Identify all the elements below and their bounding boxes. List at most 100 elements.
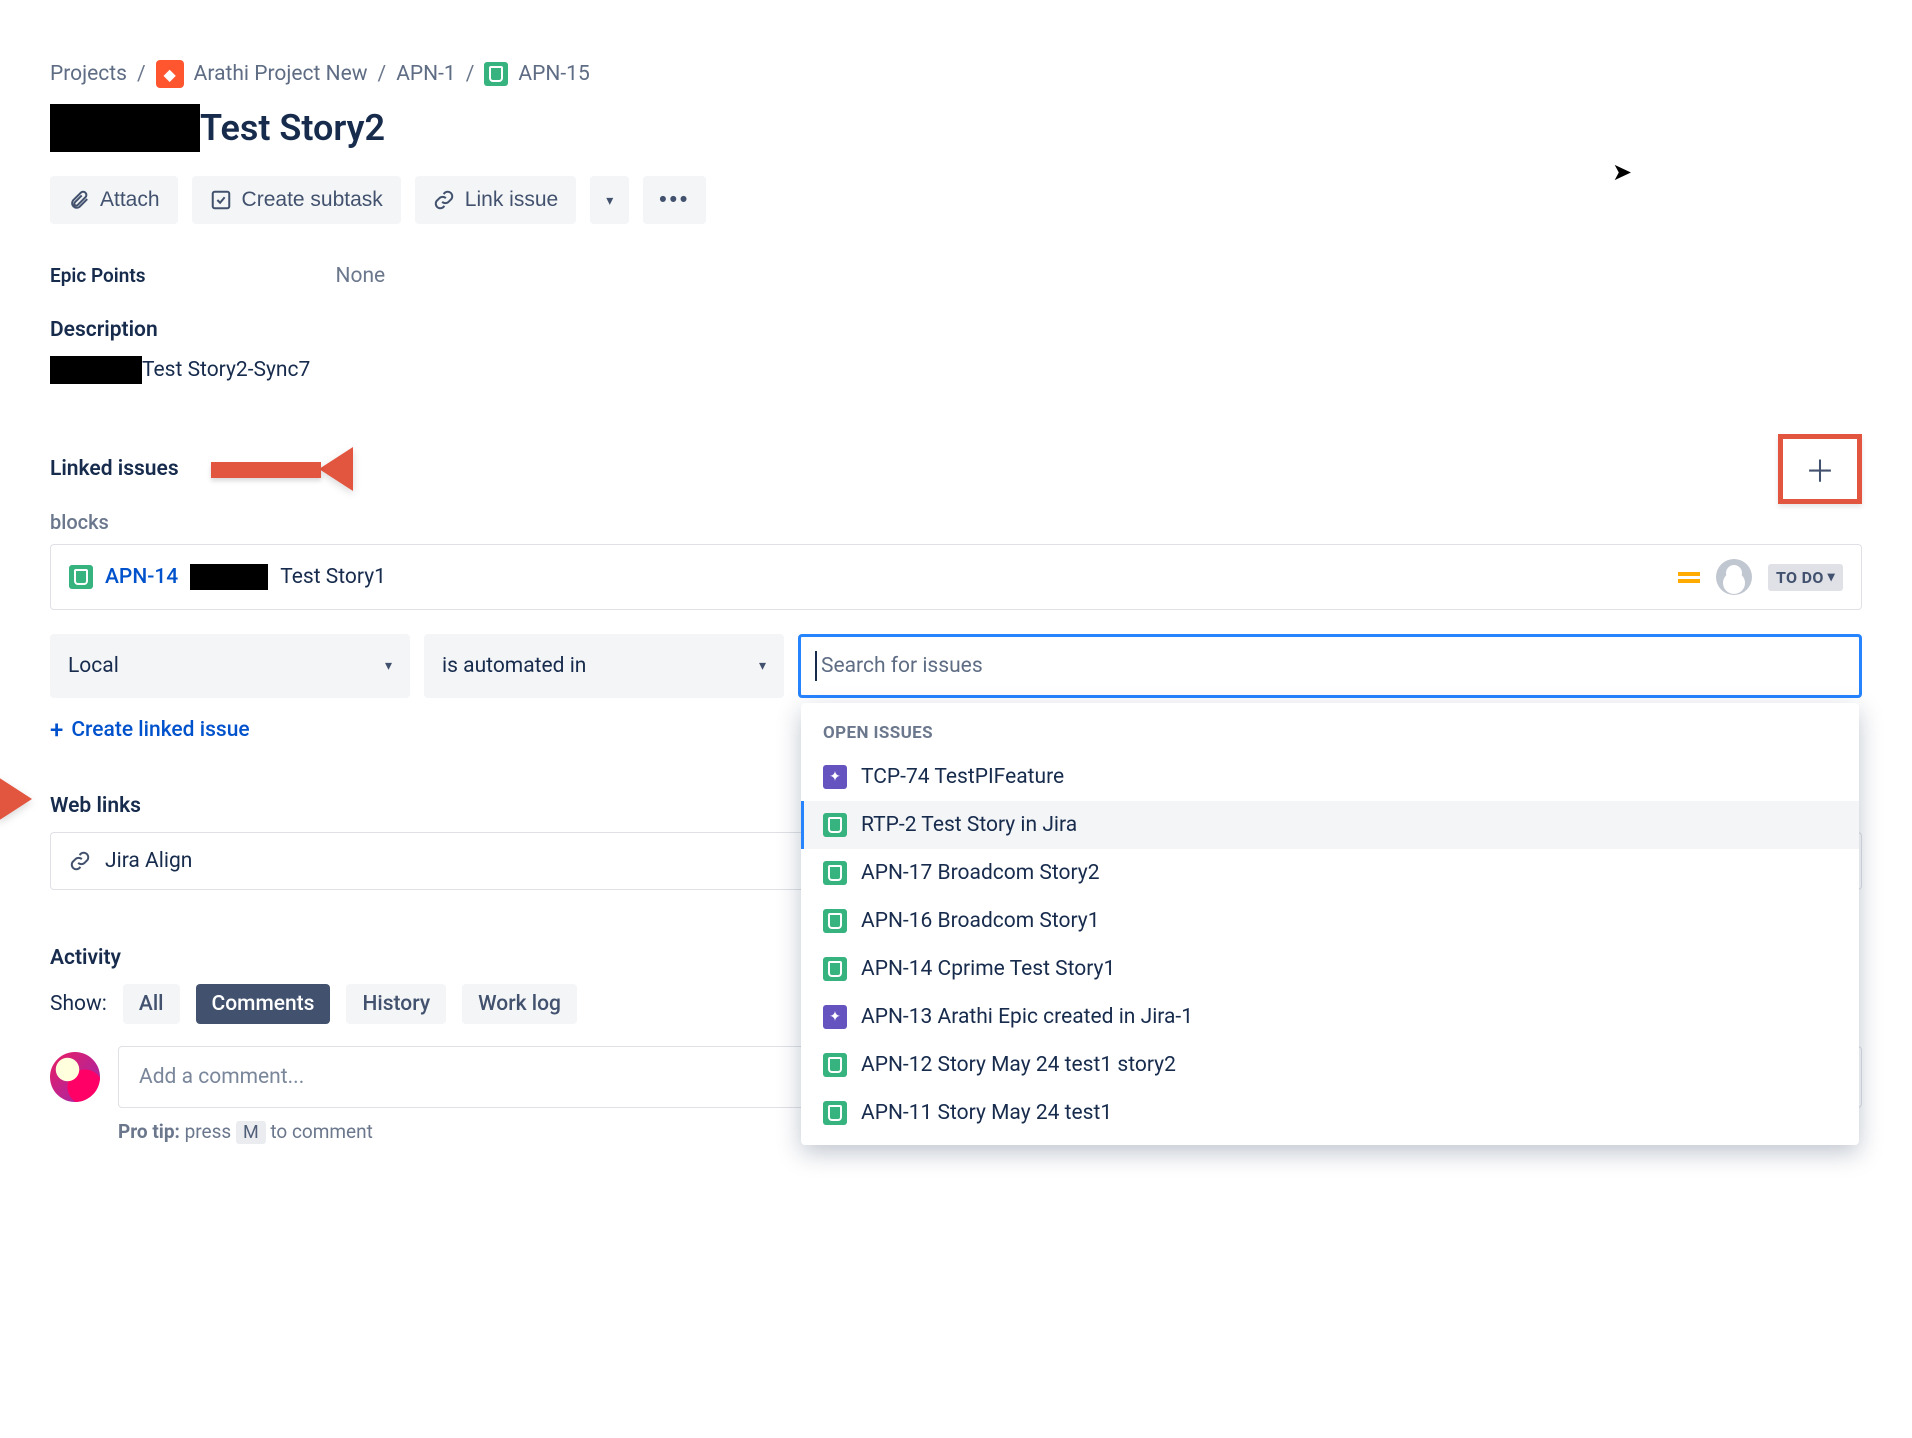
breadcrumb-sep: / xyxy=(466,62,475,86)
story-icon xyxy=(823,861,847,885)
issue-suggestions-dropdown: OPEN ISSUES TCP-74 TestPIFeature RTP-2 Te… xyxy=(801,703,1859,1145)
create-subtask-button[interactable]: Create subtask xyxy=(192,176,401,224)
mouse-cursor: ➤ xyxy=(1612,158,1632,186)
text-cursor xyxy=(815,651,817,681)
epic-points-label: Epic Points xyxy=(50,264,146,287)
issue-suggestion-text: TCP-74 TestPIFeature xyxy=(861,765,1064,789)
epic-points-value[interactable]: None xyxy=(336,264,386,288)
breadcrumb-projects[interactable]: Projects xyxy=(50,62,127,86)
create-subtask-label: Create subtask xyxy=(242,188,383,212)
show-label: Show: xyxy=(50,992,107,1016)
page-title[interactable]: Test Story2 xyxy=(200,107,385,149)
epic-icon xyxy=(823,1005,847,1029)
issue-suggestion-item[interactable]: APN-14 Cprime Test Story1 xyxy=(801,945,1859,993)
issue-suggestion-text: APN-14 Cprime Test Story1 xyxy=(861,957,1115,981)
breadcrumb-sep: / xyxy=(137,62,146,86)
annotation-arrow-icon xyxy=(211,449,351,489)
issue-suggestion-text: APN-12 Story May 24 test1 story2 xyxy=(861,1053,1176,1077)
subtask-icon xyxy=(210,189,232,211)
link-issue-button[interactable]: Link issue xyxy=(415,176,576,224)
redacted-block xyxy=(50,104,200,152)
status-badge[interactable]: TO DO ▾ xyxy=(1768,564,1843,591)
description-text: Test Story2-Sync7 xyxy=(142,358,310,382)
dropdown-group-label: OPEN ISSUES xyxy=(801,717,1859,753)
linked-issue-summary: Test Story1 xyxy=(280,565,386,589)
status-text: TO DO xyxy=(1776,568,1824,587)
redacted-block xyxy=(190,564,268,590)
issue-toolbar: Attach Create subtask Link issue ▾ ••• xyxy=(50,176,1862,224)
breadcrumb: Projects / ◆ Arathi Project New / APN-1 … xyxy=(50,60,1862,88)
priority-icon xyxy=(1678,572,1700,583)
issue-suggestion-item[interactable]: APN-12 Story May 24 test1 story2 xyxy=(801,1041,1859,1089)
breadcrumb-sep: / xyxy=(378,62,387,86)
linked-issue-key[interactable]: APN-14 xyxy=(105,565,178,589)
link-scope-select[interactable]: Local ▾ xyxy=(50,634,410,698)
pro-tip-label: Pro tip: xyxy=(118,1120,180,1143)
issue-suggestion-text: APN-16 Broadcom Story1 xyxy=(861,909,1100,933)
story-icon xyxy=(823,909,847,933)
more-icon: ••• xyxy=(659,188,690,212)
issue-suggestion-item[interactable]: APN-11 Story May 24 test1 xyxy=(801,1089,1859,1137)
attach-button[interactable]: Attach xyxy=(50,176,178,224)
search-input[interactable]: Search for issues OPEN ISSUES TCP-74 Tes… xyxy=(798,634,1862,698)
link-icon xyxy=(69,850,91,872)
annotation-arrow-icon xyxy=(0,777,36,821)
plus-icon: + xyxy=(50,716,63,744)
issue-suggestion-item[interactable]: RTP-2 Test Story in Jira xyxy=(801,801,1859,849)
link-scope-value: Local xyxy=(68,654,119,678)
web-link-label: Jira Align xyxy=(105,849,192,873)
story-icon xyxy=(484,62,508,86)
breadcrumb-issue-key[interactable]: APN-15 xyxy=(518,62,589,86)
attach-icon xyxy=(68,189,90,211)
tab-all[interactable]: All xyxy=(123,984,180,1024)
epic-icon xyxy=(823,765,847,789)
story-icon xyxy=(823,957,847,981)
link-relation-value: is automated in xyxy=(442,654,586,678)
story-icon xyxy=(823,1053,847,1077)
linked-relation-label: blocks xyxy=(50,510,1862,534)
issue-suggestion-text: RTP-2 Test Story in Jira xyxy=(861,813,1077,837)
more-actions-button[interactable]: ••• xyxy=(643,176,706,224)
attach-label: Attach xyxy=(100,188,160,212)
breadcrumb-project-name[interactable]: Arathi Project New xyxy=(194,62,368,86)
description-value[interactable]: Test Story2-Sync7 xyxy=(50,356,1862,384)
story-icon xyxy=(69,565,93,589)
breadcrumb-parent-key[interactable]: APN-1 xyxy=(396,62,456,86)
tab-comments[interactable]: Comments xyxy=(196,984,331,1024)
assignee-avatar[interactable] xyxy=(1716,559,1752,595)
tab-history[interactable]: History xyxy=(346,984,446,1024)
redacted-block xyxy=(50,356,142,384)
linked-issues-header: Linked issues xyxy=(50,457,179,481)
search-placeholder: Search for issues xyxy=(821,654,983,678)
issue-suggestion-item[interactable]: TCP-74 TestPIFeature xyxy=(801,753,1859,801)
link-issue-form: Local ▾ is automated in ▾ Search for iss… xyxy=(50,634,1862,698)
link-icon xyxy=(433,189,455,211)
annotation-highlight: ＋ xyxy=(1778,434,1862,504)
create-linked-issue-label: Create linked issue xyxy=(71,718,249,742)
keyboard-key: M xyxy=(236,1121,266,1144)
story-icon xyxy=(823,813,847,837)
linked-issue-row[interactable]: APN-14 Test Story1 TO DO ▾ xyxy=(50,544,1862,610)
chevron-down-icon: ▾ xyxy=(606,192,613,209)
issue-suggestion-text: APN-13 Arathi Epic created in Jira-1 xyxy=(861,1005,1193,1029)
link-issue-label: Link issue xyxy=(465,188,558,212)
tab-worklog[interactable]: Work log xyxy=(462,984,577,1024)
issue-suggestion-text: APN-11 Story May 24 test1 xyxy=(861,1101,1112,1125)
issue-suggestion-item[interactable]: APN-13 Arathi Epic created in Jira-1 xyxy=(801,993,1859,1041)
link-relation-select[interactable]: is automated in ▾ xyxy=(424,634,784,698)
issue-suggestion-item[interactable]: APN-16 Broadcom Story1 xyxy=(801,897,1859,945)
pro-tip-text: press xyxy=(185,1120,232,1143)
comment-placeholder: Add a comment... xyxy=(139,1065,304,1089)
pro-tip-text: to comment xyxy=(270,1120,372,1143)
chevron-down-icon: ▾ xyxy=(1828,569,1835,585)
user-avatar[interactable] xyxy=(50,1052,100,1102)
story-icon xyxy=(823,1101,847,1125)
description-label: Description xyxy=(50,318,1862,342)
link-issue-dropdown-button[interactable]: ▾ xyxy=(590,176,629,224)
chevron-down-icon: ▾ xyxy=(759,658,766,674)
add-linked-issue-button[interactable]: ＋ xyxy=(1785,441,1855,497)
issue-suggestion-item[interactable]: APN-17 Broadcom Story2 xyxy=(801,849,1859,897)
project-icon: ◆ xyxy=(156,60,184,88)
issue-suggestion-text: APN-17 Broadcom Story2 xyxy=(861,861,1100,885)
chevron-down-icon: ▾ xyxy=(385,658,392,674)
